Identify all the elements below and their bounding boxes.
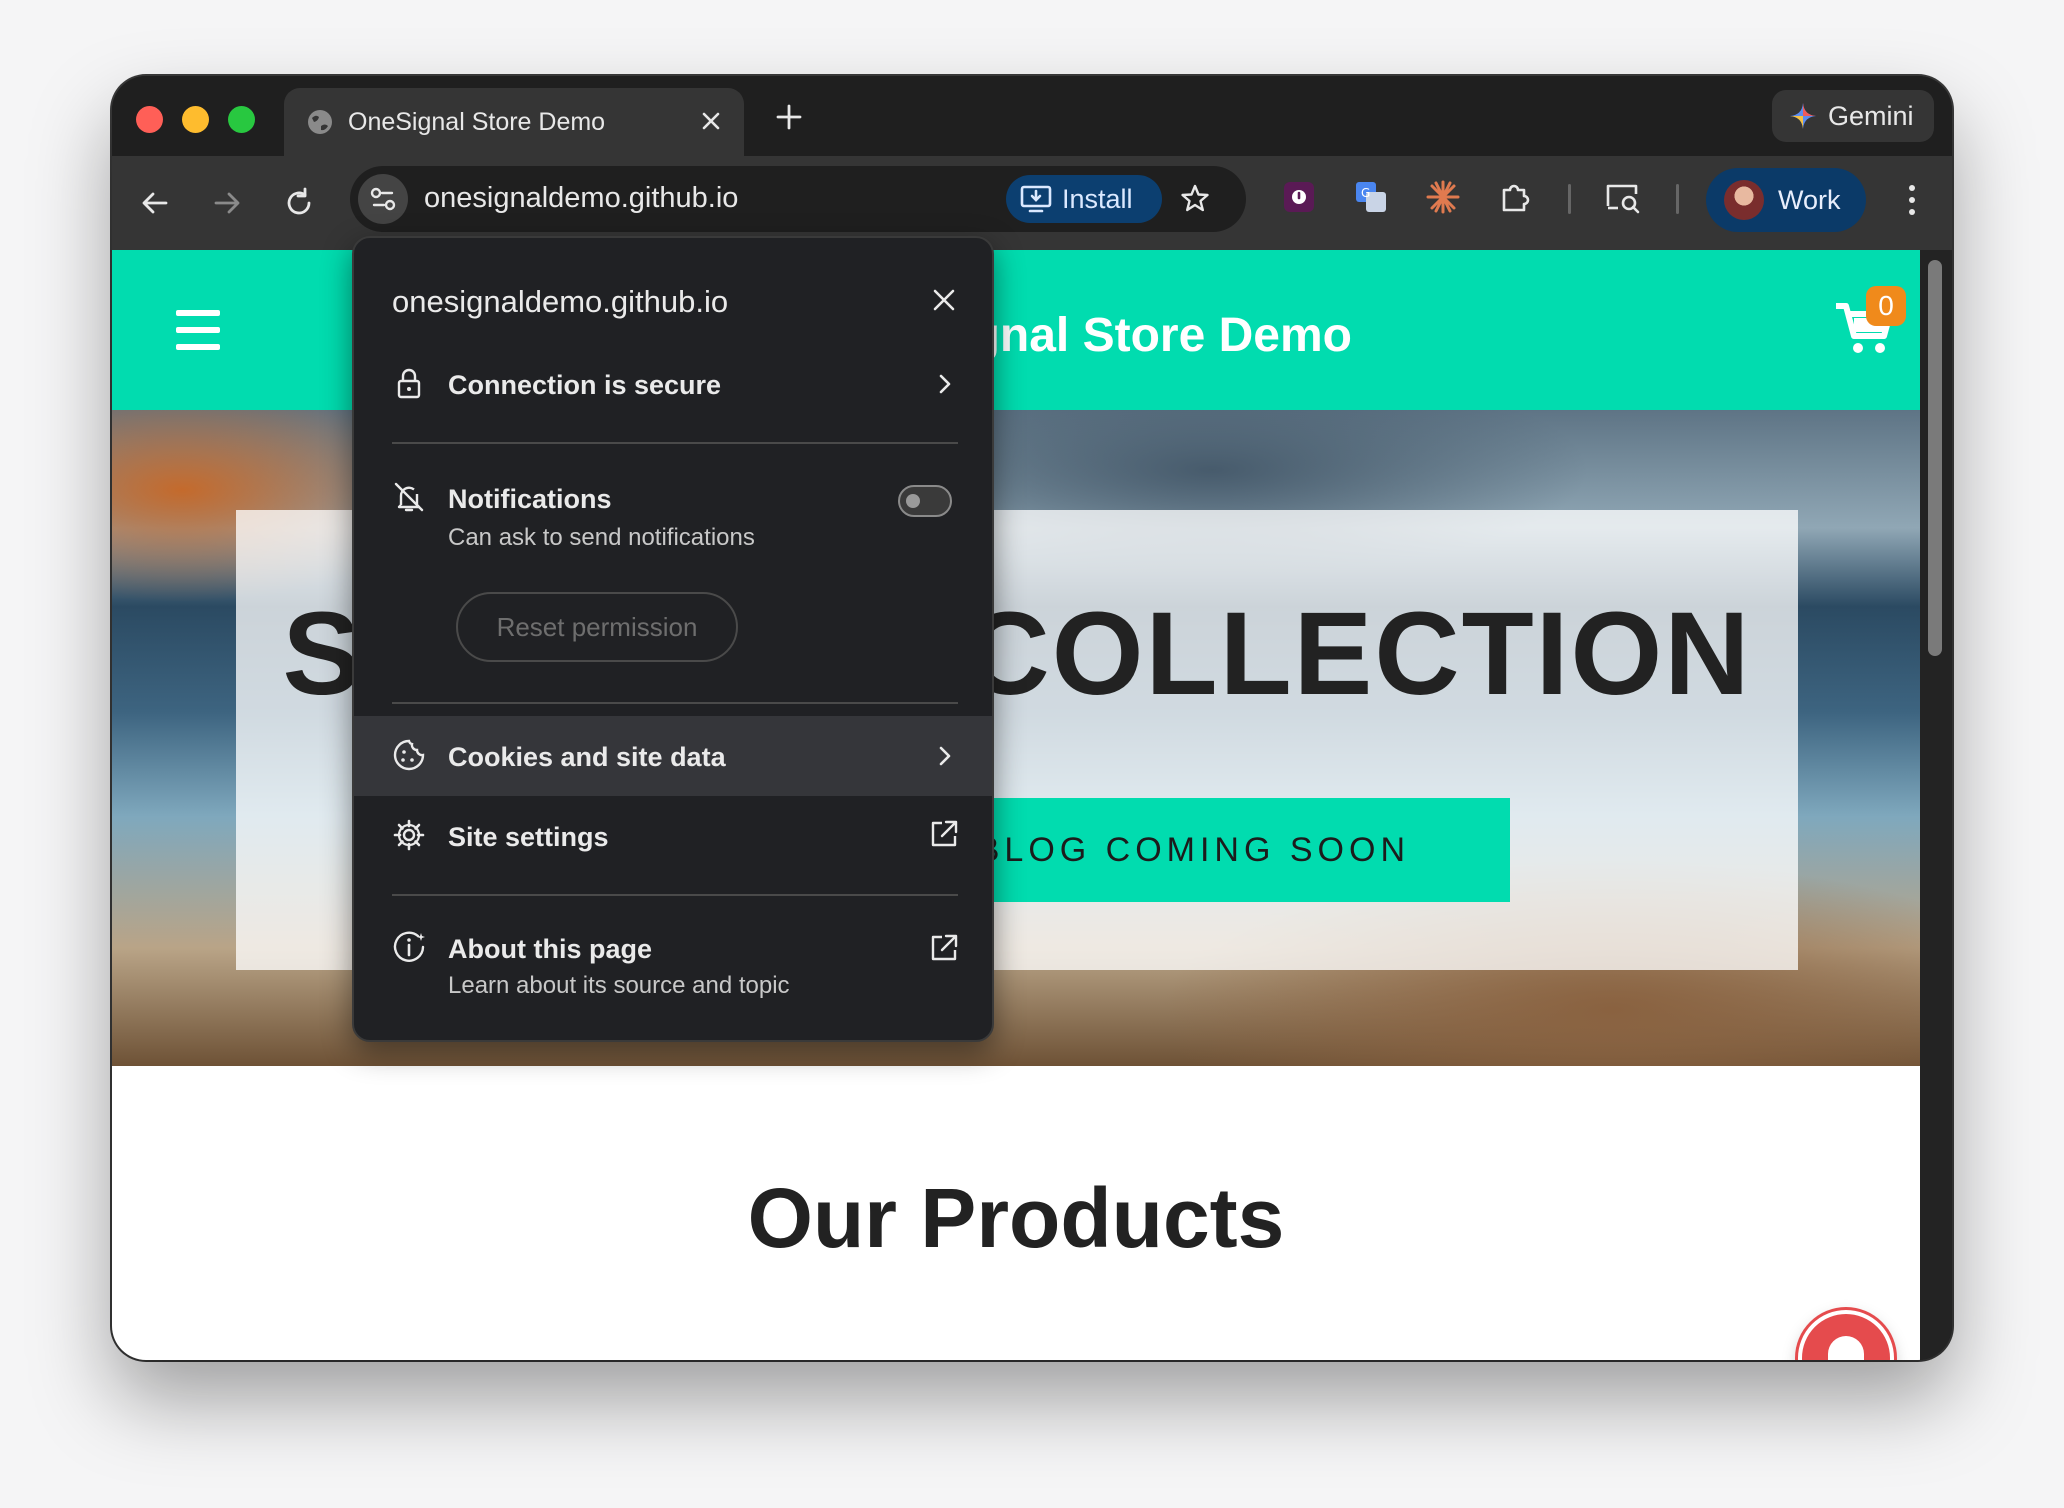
site-info-popup: onesignaldemo.github.io Connection is se… xyxy=(352,236,994,1042)
notifications-label: Notifications xyxy=(448,484,612,514)
site-settings-label: Site settings xyxy=(448,822,609,852)
gear-icon xyxy=(393,819,425,851)
tab-title: OneSignal Store Demo xyxy=(348,108,606,136)
gemini-button[interactable]: Gemini xyxy=(1772,90,1934,142)
site-tune-icon xyxy=(370,187,396,211)
address-bar[interactable]: onesignaldemo.github.io Install xyxy=(350,166,1246,232)
sparkle-extension-icon[interactable] xyxy=(1424,178,1462,216)
bell-off-icon xyxy=(394,482,424,512)
external-link-icon xyxy=(931,934,958,961)
cookies-label: Cookies and site data xyxy=(448,742,726,772)
reload-icon[interactable] xyxy=(280,184,318,222)
translate-extension-icon[interactable]: G xyxy=(1352,178,1390,216)
notifications-sub: Can ask to send notifications xyxy=(448,524,755,551)
cast-search-icon[interactable] xyxy=(1604,178,1642,216)
notification-bell-button[interactable] xyxy=(1798,1310,1894,1360)
about-sub: Learn about its source and topic xyxy=(448,972,790,999)
reset-permission-button[interactable]: Reset permission xyxy=(456,592,738,662)
close-icon[interactable] xyxy=(930,286,958,314)
scrollbar-thumb[interactable] xyxy=(1928,260,1942,656)
plus-icon[interactable] xyxy=(772,100,806,134)
toolbar-separator xyxy=(1568,184,1571,214)
browser-window: OneSignal Store Demo Gemini onesignaldem… xyxy=(112,76,1952,1360)
minimize-window-button[interactable] xyxy=(182,106,209,133)
kebab-menu-icon[interactable] xyxy=(1906,180,1918,220)
close-window-button[interactable] xyxy=(136,106,163,133)
close-icon[interactable] xyxy=(696,106,726,136)
chevron-right-icon xyxy=(939,374,951,394)
products-heading: Our Products xyxy=(747,1171,1285,1265)
back-arrow-icon[interactable] xyxy=(136,184,174,222)
info-icon xyxy=(393,931,425,962)
svg-text:G: G xyxy=(1361,186,1370,200)
gemini-label: Gemini xyxy=(1828,100,1914,131)
notifications-toggle[interactable] xyxy=(898,485,952,517)
extension-icon[interactable] xyxy=(1280,178,1318,216)
puzzle-icon[interactable] xyxy=(1496,178,1534,216)
cart-count-badge: 0 xyxy=(1866,286,1906,326)
divider xyxy=(392,894,958,896)
toolbar-separator xyxy=(1676,184,1679,214)
profile-button[interactable]: Work xyxy=(1706,168,1866,232)
tab-active[interactable]: OneSignal Store Demo xyxy=(284,88,744,156)
bell-icon xyxy=(1828,1336,1864,1360)
forward-arrow-icon[interactable] xyxy=(208,184,246,222)
gemini-sparkle-icon xyxy=(1790,103,1816,129)
lock-icon xyxy=(397,368,421,399)
about-label: About this page xyxy=(448,934,652,964)
site-info-button[interactable] xyxy=(358,174,408,224)
external-link-icon xyxy=(931,820,958,847)
avatar xyxy=(1724,180,1764,220)
url-text[interactable]: onesignaldemo.github.io xyxy=(424,182,738,215)
bookmark-star-icon[interactable] xyxy=(1178,182,1212,216)
chevron-right-icon xyxy=(939,746,951,766)
profile-label: Work xyxy=(1778,184,1841,215)
install-label: Install xyxy=(1062,183,1133,214)
toggle-knob xyxy=(906,494,920,508)
maximize-window-button[interactable] xyxy=(228,106,255,133)
install-icon xyxy=(1020,185,1052,213)
connection-label: Connection is secure xyxy=(448,370,722,400)
globe-icon xyxy=(308,110,332,134)
cookie-icon xyxy=(393,739,425,771)
install-button[interactable]: Install xyxy=(1006,175,1162,223)
divider xyxy=(392,442,958,444)
popup-domain: onesignaldemo.github.io xyxy=(392,284,729,319)
divider xyxy=(392,702,958,704)
tab-strip: OneSignal Store Demo Gemini xyxy=(112,76,1952,156)
